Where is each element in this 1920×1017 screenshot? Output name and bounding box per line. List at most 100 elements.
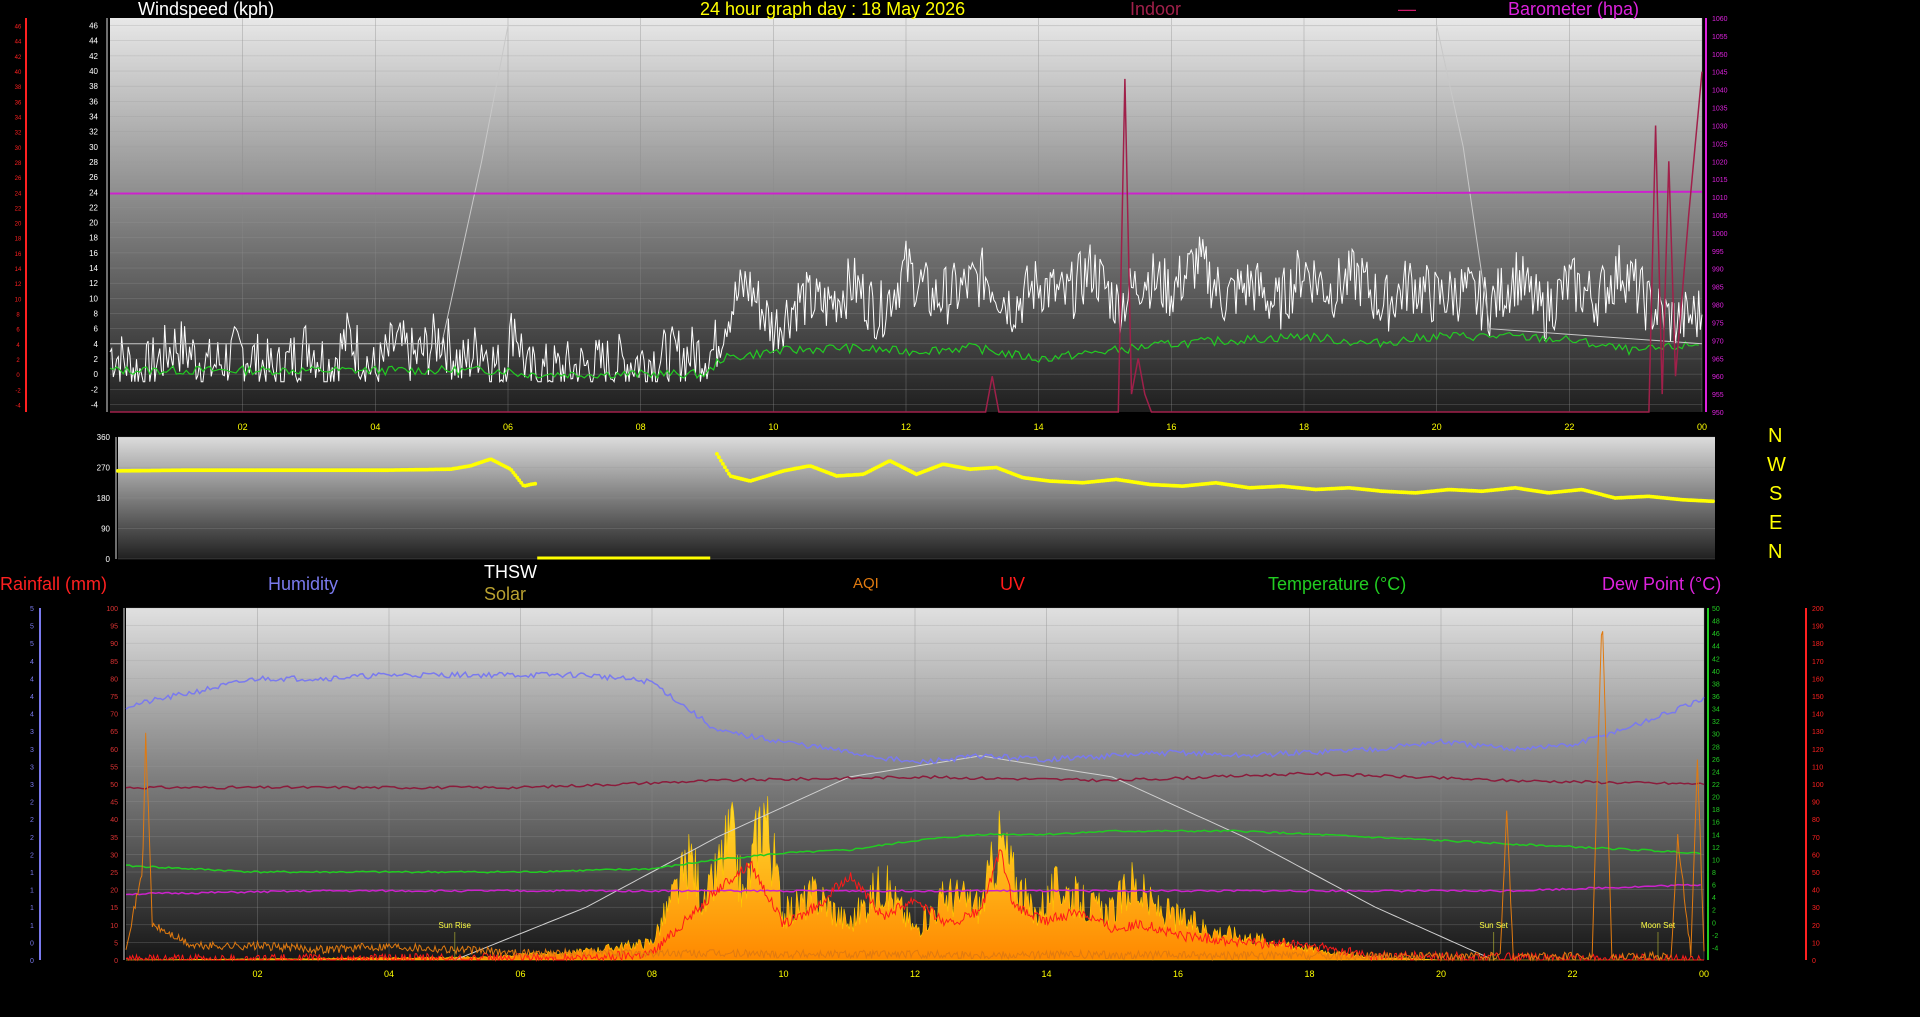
barometer-y-tick: 980 xyxy=(1712,303,1724,310)
uv-y-tick: 30 xyxy=(1812,905,1820,912)
temp-x-tick: 22 xyxy=(1567,969,1577,979)
uv-y-tick: 80 xyxy=(1812,817,1820,824)
direction-point xyxy=(725,468,729,473)
humidity-y-tick: 10 xyxy=(110,923,118,930)
humidity-y-tick: 55 xyxy=(110,764,118,771)
rain-y-tick: 2 xyxy=(30,800,34,807)
barometer-y-tick: 965 xyxy=(1712,356,1724,363)
annotation-label: Moon Set xyxy=(1641,921,1676,930)
barometer-y-tick: 1045 xyxy=(1712,70,1728,77)
humidity-y-tick: 95 xyxy=(110,624,118,631)
wind-y-tick: 44 xyxy=(89,37,98,46)
wind-y-tick: 14 xyxy=(89,264,98,273)
wind-y-tick: 24 xyxy=(89,188,98,197)
wind-x-tick: 02 xyxy=(238,422,248,432)
barometer-y-tick: 1005 xyxy=(1712,213,1728,220)
wind-y-tick: 46 xyxy=(89,22,98,31)
temperature-y-tick: -2 xyxy=(1712,933,1718,940)
wind-y-tick: 2 xyxy=(94,355,99,364)
legend-temperature: Temperature (°C) xyxy=(1268,574,1407,594)
temp-x-tick: 12 xyxy=(910,969,920,979)
rain-y-tick-top: 10 xyxy=(15,297,22,303)
chart-title: 24 hour graph day : 18 May 2026 xyxy=(700,0,966,19)
indoor-dash: — xyxy=(1398,0,1416,19)
rain-y-tick-top: 12 xyxy=(15,282,22,288)
temperature-y-tick: 16 xyxy=(1712,820,1720,827)
rain-y-tick: 4 xyxy=(30,676,34,683)
temp-x-tick: 08 xyxy=(647,969,657,979)
uv-y-tick: 150 xyxy=(1812,694,1824,701)
direction-point xyxy=(715,452,719,456)
rain-y-tick-top: 46 xyxy=(15,25,22,31)
barometer-y-tick: 995 xyxy=(1712,249,1724,256)
compass-e: E xyxy=(1769,512,1783,534)
uv-y-tick: 140 xyxy=(1812,712,1824,719)
wind-x-tick: 18 xyxy=(1299,422,1309,432)
uv-y-tick: 20 xyxy=(1812,923,1820,930)
wind-y-tick: 38 xyxy=(89,82,98,91)
humidity-y-tick: 35 xyxy=(110,835,118,842)
annotation-label: Sun Set xyxy=(1479,921,1508,930)
uv-y-tick: 50 xyxy=(1812,870,1820,877)
wind-y-tick: 18 xyxy=(89,234,98,243)
barometer-y-tick: 1055 xyxy=(1712,34,1728,41)
temperature-y-tick: 2 xyxy=(1712,908,1716,915)
rain-y-tick-top: 22 xyxy=(15,206,22,212)
windspeed-label: Windspeed (kph) xyxy=(138,0,275,19)
humidity-y-tick: 90 xyxy=(110,641,118,648)
uv-y-tick: 70 xyxy=(1812,835,1820,842)
wind-y-tick: 6 xyxy=(94,325,99,334)
wind-y-tick: 26 xyxy=(89,173,98,182)
rain-y-tick-top: 34 xyxy=(15,116,22,122)
rain-y-tick: 1 xyxy=(30,905,34,912)
wind-y-tick: -2 xyxy=(91,385,99,394)
legend-rainfall: Rainfall (mm) xyxy=(0,574,108,594)
wind-x-tick: 04 xyxy=(370,422,380,432)
direction-point xyxy=(719,458,723,463)
uv-y-tick: 130 xyxy=(1812,729,1824,736)
temperature-y-tick: 4 xyxy=(1712,895,1716,902)
rain-y-tick-top: 24 xyxy=(15,191,22,197)
wind-y-tick: 12 xyxy=(89,279,98,288)
wind-x-tick: 22 xyxy=(1564,422,1574,432)
wind-y-tick: 42 xyxy=(89,52,98,61)
compass-n-top: N xyxy=(1768,425,1783,447)
temperature-y-tick: 44 xyxy=(1712,644,1720,651)
barometer-y-tick: 1030 xyxy=(1712,123,1728,130)
rain-y-tick-top: 32 xyxy=(15,131,22,137)
rain-y-tick: 3 xyxy=(30,729,34,736)
humidity-y-tick: 100 xyxy=(106,606,118,613)
barometer-y-tick: 1040 xyxy=(1712,88,1728,95)
legend-aqi: AQI xyxy=(853,575,879,592)
legend-solar: Solar xyxy=(484,584,527,604)
wind-y-tick: 0 xyxy=(94,370,99,379)
humidity-y-tick: 70 xyxy=(110,712,118,719)
barometer-y-tick: 1060 xyxy=(1712,16,1728,23)
temp-x-tick: 06 xyxy=(515,969,525,979)
direction-y-tick: 0 xyxy=(106,555,111,564)
direction-point xyxy=(717,455,721,460)
rain-y-tick: 2 xyxy=(30,852,34,859)
barometer-y-tick: 1015 xyxy=(1712,177,1728,184)
wind-y-tick: 40 xyxy=(89,67,98,76)
temperature-y-tick: 28 xyxy=(1712,744,1720,751)
temperature-y-tick: 0 xyxy=(1712,920,1716,927)
legend-uv: UV xyxy=(1000,574,1026,594)
wind-y-tick: 28 xyxy=(89,158,98,167)
rain-y-tick: 3 xyxy=(30,764,34,771)
wind-y-tick: 22 xyxy=(89,203,98,212)
wind-y-tick: 36 xyxy=(89,97,98,106)
wind-x-tick: 20 xyxy=(1432,422,1442,432)
temperature-y-tick: 38 xyxy=(1712,681,1720,688)
rain-y-tick-top: 18 xyxy=(15,237,22,243)
humidity-y-tick: 15 xyxy=(110,905,118,912)
direction-y-tick: 90 xyxy=(101,525,110,534)
rain-y-tick-top: 36 xyxy=(15,100,22,106)
wind-x-tick: 12 xyxy=(901,422,911,432)
direction-y-tick: 360 xyxy=(97,433,111,442)
temperature-y-tick: 24 xyxy=(1712,769,1720,776)
humidity-y-tick: 80 xyxy=(110,676,118,683)
temperature-y-tick: 22 xyxy=(1712,782,1720,789)
humidity-y-tick: 75 xyxy=(110,694,118,701)
rain-y-tick-top: 14 xyxy=(15,267,22,273)
